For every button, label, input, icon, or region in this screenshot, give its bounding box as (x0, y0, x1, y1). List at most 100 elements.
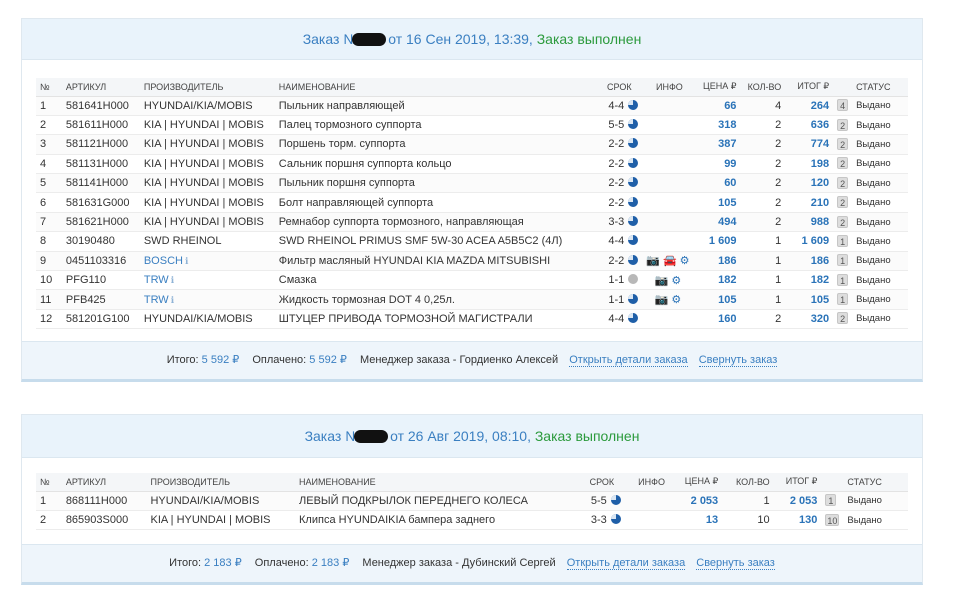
row-status: Выдано (852, 134, 908, 155)
term-value: 4-4 (608, 235, 625, 248)
row-article: 30190480 (61, 231, 140, 252)
row-status: Выдано (852, 96, 908, 116)
row-manufacturer[interactable]: TRW ℹ (139, 289, 275, 310)
availability-pie-icon (628, 274, 639, 285)
qty-badge: 2 (837, 176, 849, 189)
row-manufacturer: HYUNDAI/KIA/MOBIS (139, 309, 275, 330)
row-qty: 2 (740, 212, 786, 233)
row-number: 2 (36, 115, 62, 136)
collapse-order-link[interactable]: Свернуть заказ (698, 354, 778, 367)
row-manufacturer: KIA | HYUNDAI | MOBIS (146, 510, 296, 531)
gear-icon[interactable]: ⚙ (671, 274, 681, 287)
manager-text: Менеджер заказа - Дубинский Сергей (362, 557, 556, 569)
availability-pie-icon (628, 312, 639, 323)
info-icon[interactable]: ℹ (171, 295, 174, 305)
row-term: 2-2 (596, 192, 643, 213)
manufacturer-name[interactable]: TRW (144, 274, 169, 286)
car-icon[interactable]: 🚘 (663, 254, 677, 267)
camera-icon[interactable]: 📷 (655, 293, 669, 306)
row-manufacturer[interactable]: BOSCH ℹ (139, 251, 275, 272)
row-number: 11 (36, 289, 62, 310)
row-number: 7 (36, 212, 62, 233)
manufacturer-name[interactable]: TRW (144, 294, 169, 306)
qty-badge: 2 (837, 137, 849, 150)
row-total: 130 (773, 510, 822, 531)
row-manufacturer: KIA | HYUNDAI | MOBIS (139, 192, 275, 213)
row-badge-cell: 1 (833, 231, 853, 252)
row-status: Выдано (852, 270, 908, 291)
manufacturer-name: HYUNDAI/KIA/MOBIS (143, 99, 253, 112)
col-article: АРТИКУЛ (61, 78, 140, 97)
row-badge-cell: 2 (833, 192, 853, 213)
camera-icon[interactable]: 📷 (655, 274, 669, 287)
term-value: 2-2 (608, 138, 625, 151)
row-name: Фильтр масляный HYUNDAI KIA MAZDA MITSUB… (274, 251, 597, 272)
row-manufacturer[interactable]: TRW ℹ (139, 270, 275, 291)
col-term: СРОК (596, 78, 643, 97)
row-article: 581141H000 (61, 173, 140, 194)
table-row: 6 581631G000 KIA | HYUNDAI | MOBIS Болт нап… (36, 192, 908, 213)
row-info (642, 231, 697, 252)
row-total: 988 (785, 212, 834, 233)
info-icon[interactable]: ℹ (171, 275, 174, 285)
row-info (642, 173, 697, 194)
row-qty: 4 (740, 96, 786, 116)
row-number: 10 (36, 270, 62, 291)
gear-icon[interactable]: ⚙ (680, 254, 690, 267)
row-price: 60 (696, 173, 741, 194)
qty-badge: 1 (837, 254, 849, 267)
row-info (642, 309, 697, 330)
open-details-link[interactable]: Открыть детали заказа (566, 557, 686, 570)
availability-pie-icon (610, 494, 621, 505)
gear-icon[interactable]: ⚙ (671, 293, 681, 306)
col-total: ИТОГ ₽ (785, 78, 834, 97)
order-status: Заказ выполнен (536, 31, 642, 47)
row-qty: 2 (740, 115, 786, 136)
row-qty: 1 (722, 491, 774, 511)
collapse-order-link[interactable]: Свернуть заказ (696, 557, 775, 570)
row-article: 581621H000 (61, 212, 140, 233)
table-row: 7 581621H000 KIA | HYUNDAI | MOBIS Ремнабор… (36, 212, 908, 233)
qty-badge: 4 (837, 99, 849, 112)
paid-value: 2 183 ₽ (311, 557, 350, 569)
row-article: 865903S000 (61, 510, 147, 531)
term-value: 3-3 (608, 216, 625, 229)
row-number: 12 (36, 309, 62, 330)
order-items-table: № АРТИКУЛ ПРОИЗВОДИТЕЛЬ НАИМЕНОВАНИЕ СРО… (36, 473, 908, 531)
info-icon[interactable]: ℹ (185, 256, 188, 266)
row-badge-cell: 1 (833, 251, 853, 272)
row-name: ЛЕВЫЙ ПОДКРЫЛОК ПЕРЕДНЕГО КОЛЕСА (295, 491, 579, 511)
manufacturer-name[interactable]: BOSCH (144, 255, 183, 267)
row-badge-cell: 2 (833, 154, 853, 175)
row-article: 0451103316 (61, 251, 140, 272)
row-article: PFG110 (61, 270, 140, 291)
row-article: 868111H000 (61, 491, 147, 511)
row-number: 6 (36, 192, 62, 213)
row-badge-cell: 1 (833, 289, 853, 310)
open-details-link[interactable]: Открыть детали заказа (569, 354, 688, 367)
row-article: 581631G000 (61, 192, 140, 213)
row-total: 120 (785, 173, 834, 194)
row-price: 387 (696, 134, 741, 155)
row-name: Клипса HYUNDAIKIA бампера заднего (295, 510, 579, 531)
row-number: 4 (36, 154, 62, 175)
paid-label: Оплачено: (254, 557, 309, 569)
term-value: 5-5 (608, 119, 625, 132)
row-badge-cell: 4 (833, 96, 853, 116)
paid-value: 5 592 ₽ (309, 354, 347, 366)
row-qty: 2 (740, 192, 786, 213)
total-value: 2 183 ₽ (204, 557, 242, 569)
row-term: 3-3 (596, 212, 643, 233)
row-qty: 2 (740, 173, 786, 194)
row-term: 2-2 (596, 251, 643, 272)
manufacturer-name: KIA | HYUNDAI | MOBIS (143, 157, 264, 170)
manufacturer-name: KIA | HYUNDAI | MOBIS (143, 196, 264, 209)
row-qty: 1 (740, 251, 786, 272)
camera-icon[interactable]: 📷 (646, 254, 660, 267)
row-number: 1 (36, 491, 62, 511)
row-total: 186 (785, 251, 834, 272)
row-badge-cell: 2 (833, 212, 853, 233)
order-header: Заказ № от 16 Сен 2019, 13:39, Заказ вып… (22, 19, 922, 60)
row-term: 2-2 (596, 173, 643, 194)
row-name: Жидкость тормозная DOT 4 0,25л. (274, 289, 597, 310)
